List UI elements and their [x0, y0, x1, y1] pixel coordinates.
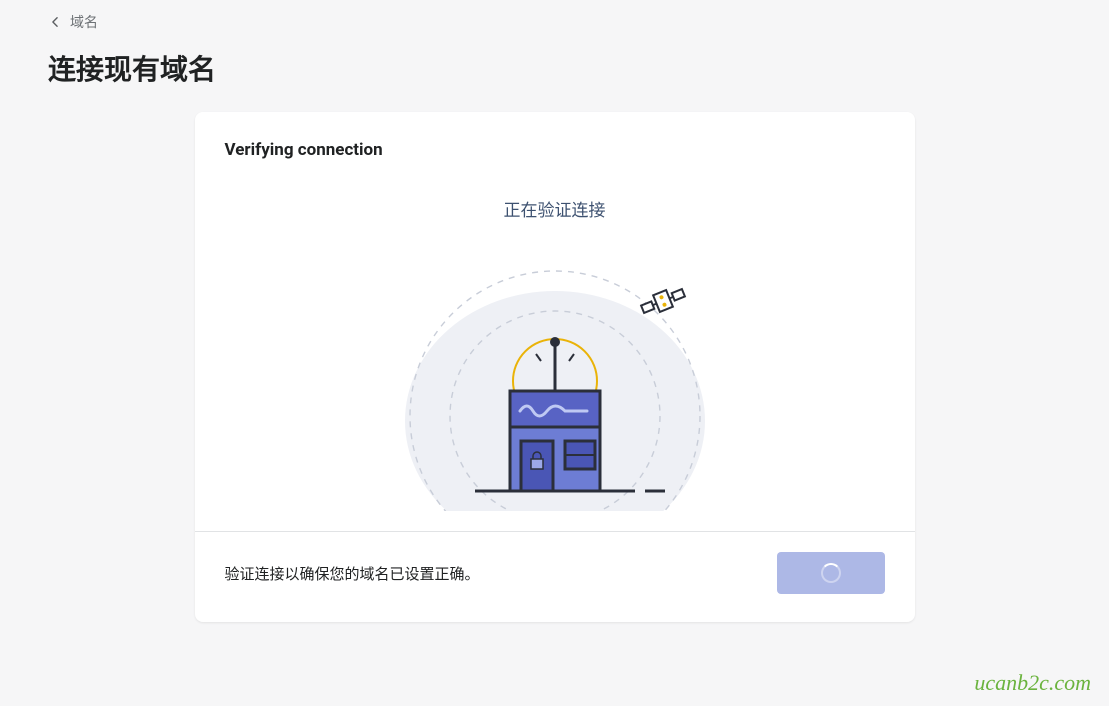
verification-card: Verifying connection 正在验证连接: [195, 112, 915, 622]
page-title: 连接现有域名: [48, 48, 1061, 88]
shop-satellite-illustration: [355, 241, 755, 511]
card-title: Verifying connection: [225, 140, 885, 160]
breadcrumb-back[interactable]: 域名: [48, 12, 1061, 32]
watermark-text: ucanb2c.com: [974, 670, 1091, 696]
verify-button-loading[interactable]: [777, 552, 885, 594]
status-text: 正在验证连接: [225, 196, 885, 221]
connection-illustration: [225, 241, 885, 511]
chevron-left-icon: [48, 15, 62, 29]
footer-instruction-text: 验证连接以确保您的域名已设置正确。: [225, 563, 480, 584]
spinner-icon: [821, 563, 841, 583]
breadcrumb-label: 域名: [70, 12, 98, 32]
